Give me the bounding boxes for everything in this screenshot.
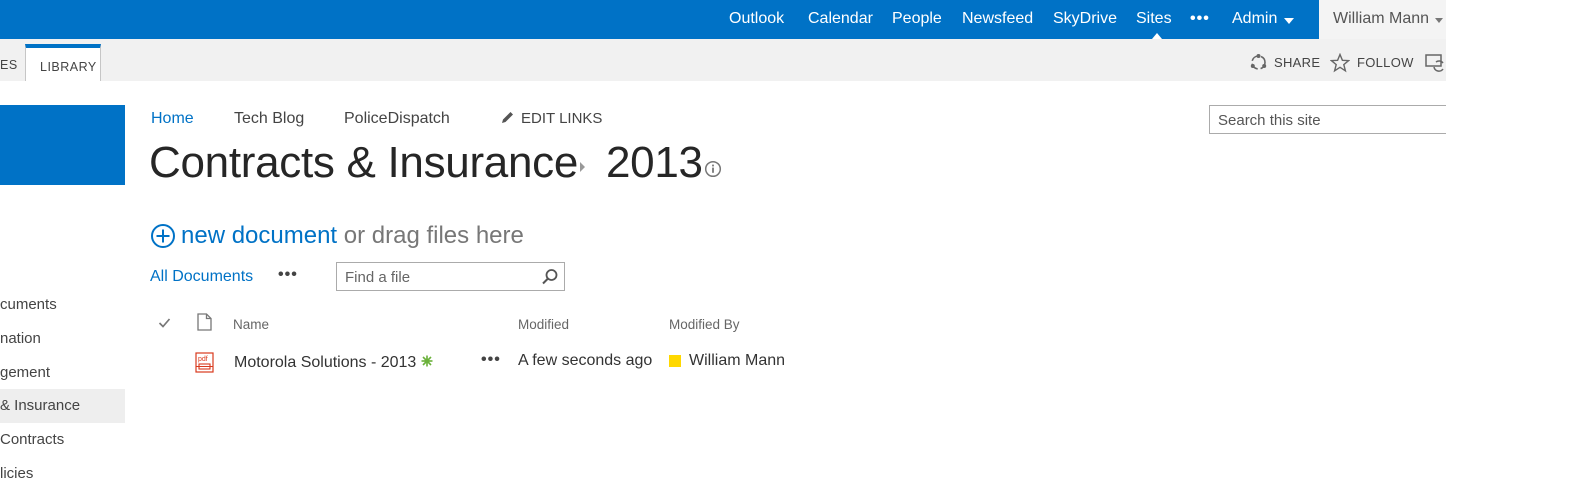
suite-bar: Outlook Calendar People Newsfeed SkyDriv… xyxy=(0,0,1446,39)
file-type-header-icon[interactable] xyxy=(197,313,212,336)
svg-text:pdf: pdf xyxy=(198,356,208,363)
find-file-box xyxy=(336,262,565,291)
add-circle-icon[interactable] xyxy=(150,223,176,256)
suite-link-people[interactable]: People xyxy=(892,10,942,28)
modified-by-cell[interactable]: William Mann xyxy=(689,352,785,370)
info-icon[interactable] xyxy=(704,160,722,183)
new-document-area: new document or drag files here xyxy=(150,222,524,256)
breadcrumb-separator-icon xyxy=(580,162,585,172)
quicklaunch-item[interactable]: nation xyxy=(0,322,125,356)
edit-links-button[interactable]: EDIT LINKS xyxy=(500,110,602,127)
quicklaunch-item-contracts-insurance[interactable]: & Insurance xyxy=(0,389,125,423)
star-icon[interactable] xyxy=(1329,52,1351,78)
site-search-box xyxy=(1209,105,1446,134)
user-name: William Mann xyxy=(1333,10,1430,27)
new-document-link[interactable]: new document xyxy=(181,222,337,249)
edit-links-label: EDIT LINKS xyxy=(521,110,603,127)
view-all-documents[interactable]: All Documents xyxy=(150,268,253,286)
suite-link-sites[interactable]: Sites xyxy=(1136,10,1172,28)
drag-files-hint: or drag files here xyxy=(343,222,524,249)
column-header-name[interactable]: Name xyxy=(233,317,269,332)
follow-button[interactable]: FOLLOW xyxy=(1357,55,1414,70)
new-item-icon xyxy=(421,354,433,372)
tab-library[interactable]: LIBRARY xyxy=(25,44,101,81)
site-search-input[interactable] xyxy=(1216,107,1440,134)
select-all-checkmark-icon[interactable] xyxy=(158,316,171,334)
quicklaunch-item-label: cuments xyxy=(0,296,57,313)
quicklaunch-item[interactable]: Contracts xyxy=(0,423,125,457)
suite-link-calendar[interactable]: Calendar xyxy=(808,10,873,28)
chevron-down-icon xyxy=(1435,18,1443,23)
modified-cell: A few seconds ago xyxy=(518,352,653,369)
column-header-modified-by[interactable]: Modified By xyxy=(669,317,740,332)
top-nav-policedispatch[interactable]: PoliceDispatch xyxy=(344,110,450,128)
share-button[interactable]: SHARE xyxy=(1274,55,1320,70)
more-views-button[interactable]: ••• xyxy=(278,266,298,284)
chevron-down-icon xyxy=(1284,18,1294,24)
blank-area xyxy=(1446,0,1578,504)
breadcrumb-parent[interactable]: Contracts & Insurance xyxy=(149,138,578,188)
document-name[interactable]: Motorola Solutions - 2013 xyxy=(234,354,416,371)
top-nav-home[interactable]: Home xyxy=(151,110,194,128)
quicklaunch-item[interactable]: cuments xyxy=(0,288,125,322)
quicklaunch-item-label: & Insurance xyxy=(0,397,81,414)
user-menu[interactable]: William Mann xyxy=(1319,0,1446,39)
suite-link-outlook[interactable]: Outlook xyxy=(729,10,784,28)
suite-more-button[interactable]: ••• xyxy=(1190,10,1210,28)
tab-files[interactable]: ES xyxy=(0,58,18,72)
search-icon[interactable] xyxy=(541,268,559,291)
item-more-button[interactable]: ••• xyxy=(481,351,501,369)
suite-link-newsfeed[interactable]: Newsfeed xyxy=(962,10,1033,28)
ribbon: ES LIBRARY SHARE FOLLOW xyxy=(0,39,1446,81)
document-name-cell[interactable]: Motorola Solutions - 2013 xyxy=(234,354,433,372)
page-title: 2013 xyxy=(606,138,703,187)
quicklaunch-item-label: licies xyxy=(0,465,34,482)
top-nav-tech-blog[interactable]: Tech Blog xyxy=(234,110,304,128)
quicklaunch-item-label: Contracts xyxy=(0,431,65,448)
pencil-icon xyxy=(502,112,513,123)
suite-link-skydrive[interactable]: SkyDrive xyxy=(1053,10,1117,28)
presence-indicator xyxy=(669,355,681,367)
sync-icon[interactable] xyxy=(1425,53,1446,78)
quicklaunch-item[interactable]: licies xyxy=(0,457,125,491)
quicklaunch-item[interactable]: gement xyxy=(0,356,125,390)
quicklaunch-item-label: gement xyxy=(0,364,51,381)
site-logo[interactable] xyxy=(0,105,125,185)
find-file-input[interactable] xyxy=(343,266,537,288)
quicklaunch-item-label: nation xyxy=(0,330,41,347)
admin-menu[interactable]: Admin xyxy=(1232,10,1277,28)
share-icon[interactable] xyxy=(1249,53,1268,77)
column-header-modified[interactable]: Modified xyxy=(518,317,569,332)
pdf-icon: pdf xyxy=(195,352,215,378)
tab-library-label: LIBRARY xyxy=(40,60,97,74)
